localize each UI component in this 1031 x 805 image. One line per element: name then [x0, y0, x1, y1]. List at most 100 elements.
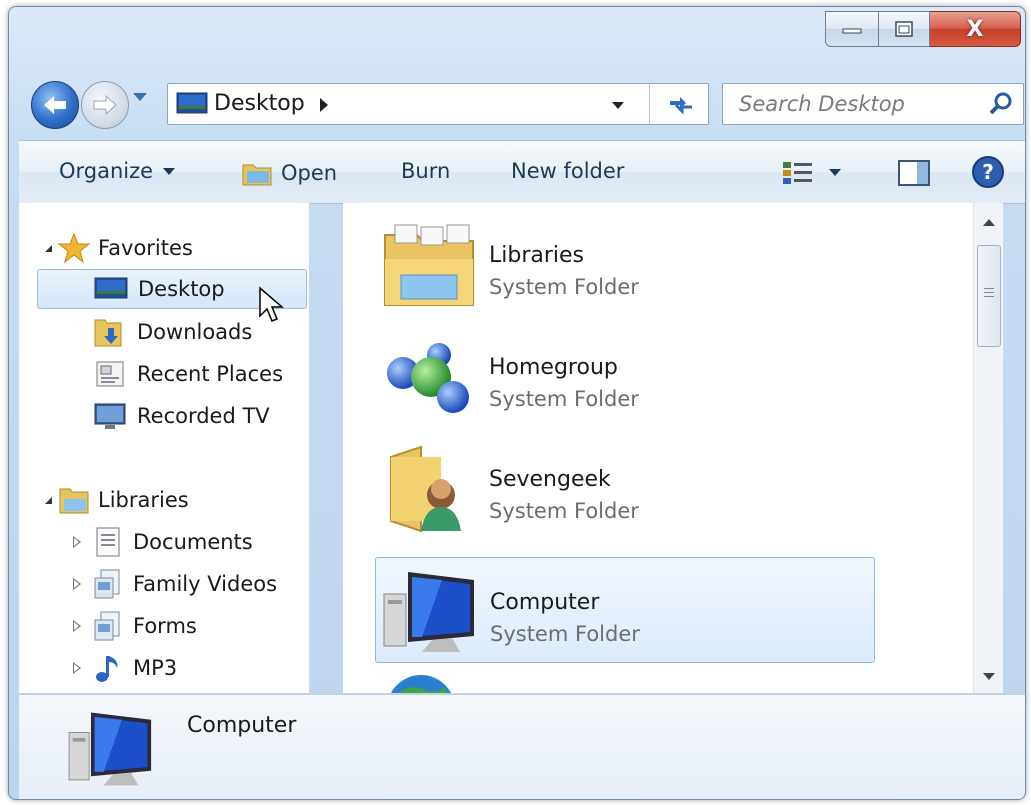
computer-icon: [383, 572, 474, 652]
details-pane: Computer: [19, 694, 1025, 799]
libraries-folder-icon: [384, 224, 474, 306]
navigation-row: Desktop Search Desktop: [27, 79, 1025, 131]
navigation-pane: Favorites Desktop Downloads Recent Place…: [19, 203, 310, 693]
forward-button[interactable]: [81, 81, 129, 129]
music-note-icon: [96, 656, 118, 682]
breadcrumb-chevron-icon[interactable]: [320, 98, 328, 112]
favorites-node[interactable]: Favorites: [45, 229, 193, 267]
command-bar: Organize Open Burn New folder ?: [19, 140, 1025, 204]
open-folder-icon: [242, 164, 272, 186]
sidebar-item-label: Recent Places: [137, 362, 284, 386]
view-list-icon: [783, 162, 812, 184]
item-type: System Folder: [489, 387, 639, 411]
search-input[interactable]: Search Desktop: [739, 92, 905, 116]
organize-button[interactable]: Organize: [59, 159, 176, 183]
help-icon: ?: [972, 156, 1004, 188]
back-arrow-icon: [44, 96, 66, 114]
library-icon: [94, 611, 120, 641]
refresh-icon[interactable]: [666, 92, 696, 116]
sidebar-item-label: Family Videos: [133, 572, 278, 596]
maximize-icon: [895, 21, 913, 37]
expanded-arrow-icon[interactable]: [45, 496, 52, 504]
help-button[interactable]: ?: [971, 155, 1005, 189]
minimize-icon: [842, 28, 862, 34]
collapsed-arrow-icon[interactable]: [73, 578, 83, 590]
content-pane-scrollbar[interactable]: [973, 203, 1003, 693]
sidebar-item-label: Documents: [133, 530, 253, 554]
sidebar-item-recorded-tv[interactable]: Recorded TV: [93, 397, 270, 435]
burn-button[interactable]: Burn: [401, 159, 450, 183]
collapsed-arrow-icon[interactable]: [73, 536, 83, 548]
item-name: Homegroup: [489, 355, 618, 380]
sidebar-item-documents[interactable]: Documents: [73, 523, 253, 561]
item-name: Libraries: [489, 243, 585, 268]
sidebar-item-forms[interactable]: Forms: [73, 607, 197, 645]
preview-pane-button[interactable]: [897, 159, 931, 187]
navigation-pane-scrollbar[interactable]: [309, 203, 310, 693]
organize-label: Organize: [59, 159, 154, 183]
grip-line: [984, 292, 994, 293]
library-icon: [94, 569, 120, 599]
recent-pages-dropdown[interactable]: [133, 93, 147, 101]
sidebar-item-label: Downloads: [137, 320, 253, 344]
new-folder-button[interactable]: New folder: [511, 159, 624, 183]
item-type: System Folder: [489, 499, 639, 523]
details-item-name: Computer: [187, 713, 297, 738]
address-dropdown[interactable]: [612, 102, 624, 109]
globe-icon: [391, 675, 451, 693]
item-name: Computer: [490, 590, 600, 615]
document-library-icon: [96, 527, 120, 557]
user-folder-icon: [390, 445, 461, 533]
sidebar-item-family-videos[interactable]: Family Videos: [73, 565, 277, 603]
item-name: Sevengeek: [489, 467, 611, 492]
sidebar-item-label: MP3: [133, 656, 178, 680]
scrollbar-thumb[interactable]: [977, 245, 1001, 347]
open-button[interactable]: Open: [241, 159, 337, 187]
tile-libraries[interactable]: Libraries System Folder: [375, 211, 873, 315]
explorer-window: X Desktop Search Desktop Organize Open B…: [8, 6, 1026, 800]
desktop-icon: [176, 92, 208, 114]
tile-homegroup[interactable]: Homegroup System Folder: [375, 323, 873, 427]
expanded-arrow-icon[interactable]: [45, 244, 52, 252]
scroll-up-icon[interactable]: [983, 219, 995, 226]
sidebar-item-recent-places[interactable]: Recent Places: [93, 355, 283, 393]
grip-line: [984, 288, 994, 289]
tile-sevengeek[interactable]: Sevengeek System Folder: [375, 435, 873, 539]
tile-computer[interactable]: Computer System Folder: [375, 557, 875, 663]
address-location[interactable]: Desktop: [214, 91, 305, 116]
sidebar-item-mp3[interactable]: MP3: [73, 649, 177, 687]
change-view-button[interactable]: [781, 159, 841, 185]
content-pane: Libraries System Folder Homegroup System…: [343, 203, 1003, 693]
star-icon: [58, 232, 90, 264]
libraries-node[interactable]: Libraries: [45, 481, 189, 519]
item-type: System Folder: [489, 275, 639, 299]
scroll-down-icon[interactable]: [983, 673, 995, 680]
preview-pane-icon: [898, 160, 930, 186]
chevron-down-icon: [163, 167, 176, 175]
open-label: Open: [281, 161, 338, 185]
address-bar[interactable]: Desktop: [167, 83, 709, 125]
mouse-cursor-icon: [259, 286, 285, 322]
collapsed-arrow-icon[interactable]: [73, 662, 83, 674]
libraries-folder-icon: [59, 488, 89, 514]
grip-line: [984, 296, 994, 297]
minimize-button[interactable]: [825, 11, 879, 47]
chevron-down-icon: [829, 168, 841, 176]
item-type: System Folder: [490, 622, 640, 646]
sidebar-item-label: Desktop: [138, 277, 225, 301]
search-icon[interactable]: [989, 92, 1013, 116]
sidebar-item-label: Forms: [133, 614, 197, 638]
svg-text:?: ?: [982, 160, 994, 184]
close-button[interactable]: X: [930, 11, 1021, 47]
forward-arrow-icon: [93, 94, 117, 116]
search-box[interactable]: Search Desktop: [722, 83, 1024, 125]
maximize-button[interactable]: [879, 11, 930, 47]
libraries-label: Libraries: [98, 488, 189, 512]
recent-places-icon: [96, 361, 124, 387]
caption-buttons: X: [825, 11, 1021, 47]
downloads-folder-icon: [94, 319, 122, 347]
back-button[interactable]: [31, 81, 79, 129]
burn-label: Burn: [401, 159, 451, 183]
sidebar-item-downloads[interactable]: Downloads: [93, 313, 252, 351]
collapsed-arrow-icon[interactable]: [73, 620, 83, 632]
